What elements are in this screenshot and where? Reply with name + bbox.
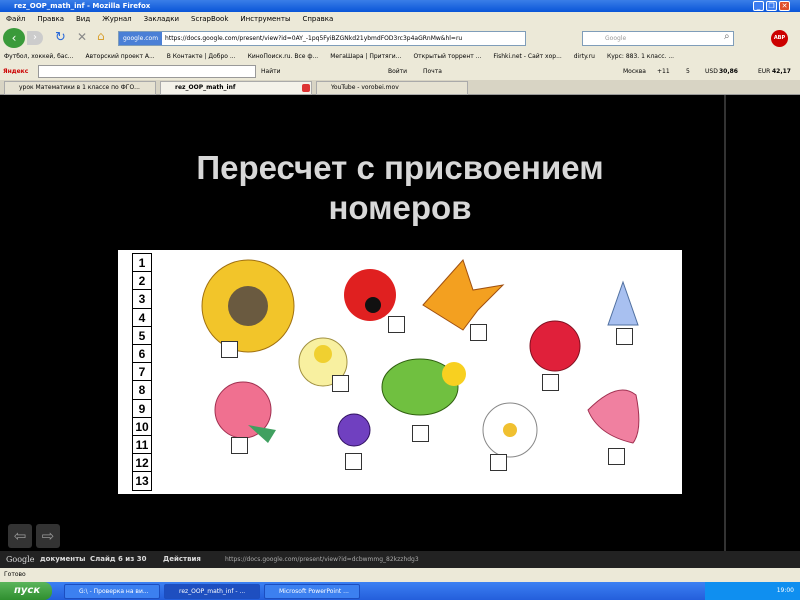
answer-box-rose[interactable] xyxy=(542,374,559,391)
site-identity[interactable]: google.com xyxy=(119,32,163,45)
url-bar[interactable]: google.com https://docs.google.com/presen… xyxy=(118,31,526,46)
window-title: rez_OOP_math_inf - Mozilla Firefox xyxy=(0,0,800,12)
title-line-2: номеров xyxy=(328,189,472,226)
menu-history[interactable]: Журнал xyxy=(102,15,131,23)
adblock-icon[interactable]: ABP xyxy=(771,30,788,47)
yandex-logo[interactable]: Яндекс xyxy=(3,63,28,80)
daisy-icon xyxy=(482,402,538,458)
menu-edit[interactable]: Правка xyxy=(37,15,64,23)
tab-youtube[interactable]: YouTube - vorobei.mov xyxy=(316,81,468,95)
bookmarks-toolbar: Футбол, хоккей, бас... Авторский проект А… xyxy=(0,50,800,63)
menu-scrapbook[interactable]: ScrapBook xyxy=(191,15,228,23)
bookmark[interactable]: МегаШара | Притяги... xyxy=(330,53,401,60)
viewer-divider xyxy=(724,95,726,551)
bookmark[interactable]: Футбол, хоккей, бас... xyxy=(4,53,74,60)
rose-icon xyxy=(529,320,581,372)
bookmark[interactable]: Курс: 883. 1 класс. ... xyxy=(607,53,674,60)
eur-label: EUR xyxy=(758,68,771,75)
answer-box-poppy[interactable] xyxy=(388,316,405,333)
usd-label: USD xyxy=(705,68,718,75)
search-icon[interactable]: ⌕ xyxy=(724,31,730,42)
tab-rez-oop[interactable]: rez_OOP_math_inf xyxy=(160,81,312,95)
start-button[interactable]: пуск xyxy=(0,582,52,600)
menu-help[interactable]: Справка xyxy=(302,15,333,23)
violet-icon xyxy=(337,413,371,447)
slide-image: 1 2 3 4 5 6 7 8 9 10 11 12 13 xyxy=(118,250,682,494)
yandex-mail[interactable]: Почта xyxy=(423,63,442,80)
weather-city: Москва xyxy=(623,68,646,75)
title-line-1: Пересчет с присвоением xyxy=(196,149,604,186)
yandex-toolbar: Яндекс Найти Войти Почта Москва +11 5 US… xyxy=(0,63,800,80)
slide-title: Пересчет с присвоением номеров xyxy=(120,148,680,228)
flowers-illustration xyxy=(201,259,640,458)
forward-button[interactable]: › xyxy=(27,31,43,45)
actions-menu[interactable]: Действия xyxy=(163,551,201,568)
answer-box-daisy[interactable] xyxy=(490,454,507,471)
eur-rate: 42,17 xyxy=(772,68,791,75)
tulip-icon xyxy=(587,389,640,444)
lilypad-icon xyxy=(381,358,466,416)
menu-bar: Файл Правка Вид Журнал Закладки ScrapBook Инст… xyxy=(0,12,800,26)
answer-box-lilypad[interactable] xyxy=(412,425,429,442)
close-button[interactable]: ✕ xyxy=(779,1,790,11)
traffic-score: 5 xyxy=(686,68,690,75)
bookmark[interactable]: В Контакте | Добро ... xyxy=(167,53,236,60)
clock: 19:00 xyxy=(776,587,794,594)
reload-icon[interactable]: ↻ xyxy=(55,30,66,45)
docs-bar: Google документы Слайд 6 из 30 Действия … xyxy=(0,551,800,568)
status-bar: Готово xyxy=(0,568,800,582)
bookmark[interactable]: Открытый торрент ... xyxy=(413,53,481,60)
answer-box-violet[interactable] xyxy=(345,453,362,470)
bookmark[interactable]: Авторский проект А... xyxy=(86,53,155,60)
answer-box-sunflower[interactable] xyxy=(221,341,238,358)
yandex-search-input[interactable] xyxy=(38,65,256,78)
task-explorer[interactable]: G:\ - Проверка на ви... xyxy=(64,584,160,599)
usd-rate: 30,86 xyxy=(719,68,738,75)
close-tab-icon[interactable] xyxy=(302,84,310,92)
yandex-find-button[interactable]: Найти xyxy=(261,63,280,80)
menu-bookmarks[interactable]: Закладки xyxy=(144,15,179,23)
docs-logo-suffix: документы xyxy=(40,555,86,563)
weather-temp: +11 xyxy=(657,68,670,75)
task-powerpoint[interactable]: Microsoft PowerPoint ... xyxy=(264,584,360,599)
answer-box-bluebell[interactable] xyxy=(616,328,633,345)
bookmark[interactable]: dirty.ru xyxy=(574,53,595,60)
answer-box-lily[interactable] xyxy=(470,324,487,341)
home-icon[interactable]: ⌂ xyxy=(97,29,105,43)
bookmark[interactable]: КиноПоиск.ru. Все ф... xyxy=(248,53,319,60)
carnation-icon xyxy=(214,381,276,443)
sunflower-icon xyxy=(201,259,295,353)
search-input[interactable]: Google xyxy=(582,31,734,46)
slide-counter-dropdown[interactable]: Слайд 6 из 30 xyxy=(90,551,146,568)
poppy-icon xyxy=(344,269,396,321)
menu-file[interactable]: Файл xyxy=(6,15,25,23)
google-logo: Google xyxy=(6,555,35,564)
maximize-button[interactable]: ❐ xyxy=(766,1,777,11)
yandex-login[interactable]: Войти xyxy=(388,63,407,80)
minimize-button[interactable]: _ xyxy=(753,1,764,11)
back-button[interactable]: ‹ xyxy=(3,28,25,48)
answer-box-carnation[interactable] xyxy=(231,437,248,454)
bluebell-icon xyxy=(607,280,639,326)
previous-slide-button[interactable]: ⇦ xyxy=(8,524,32,548)
system-tray: 19:00 xyxy=(705,582,800,600)
docs-url[interactable]: https://docs.google.com/present/view?id=… xyxy=(225,551,419,568)
answer-box-daffodil[interactable] xyxy=(332,375,349,392)
task-firefox[interactable]: rez_OOP_math_inf - ... xyxy=(164,584,260,599)
menu-tools[interactable]: Инструменты xyxy=(240,15,290,23)
url-text: https://docs.google.com/present/view?id=… xyxy=(165,35,463,42)
lily-icon xyxy=(422,259,505,331)
menu-view[interactable]: Вид xyxy=(76,15,90,23)
stop-icon[interactable]: ✕ xyxy=(77,30,87,44)
bookmark[interactable]: Fishki.net - Сайт хор... xyxy=(493,53,561,60)
tab-lesson[interactable]: урок Математики в 1 классе по ФГО... xyxy=(4,81,156,95)
next-slide-button[interactable]: ⇨ xyxy=(36,524,60,548)
answer-box-tulip[interactable] xyxy=(608,448,625,465)
